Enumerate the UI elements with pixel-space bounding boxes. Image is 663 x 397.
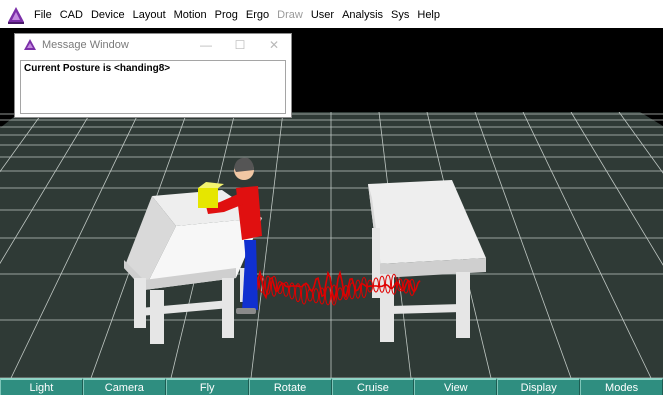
maximize-button[interactable]: ☐	[223, 38, 257, 52]
display-button[interactable]: Display	[497, 378, 581, 395]
rotate-button[interactable]: Rotate	[248, 378, 332, 395]
fly-button[interactable]: Fly	[165, 378, 249, 395]
floor-plane	[0, 112, 663, 378]
menu-bar: File CAD Device Layout Motion Prog Ergo Draw Use…	[0, 0, 663, 30]
bottom-toolbar: Light Camera Fly Rotate Cruise View Display Mod…	[0, 378, 663, 395]
menu-analysis[interactable]: Analysis	[338, 0, 387, 30]
light-button[interactable]: Light	[0, 378, 83, 395]
menu-help[interactable]: Help	[413, 0, 444, 30]
minimize-button[interactable]: —	[189, 38, 223, 52]
menu-draw[interactable]: Draw	[273, 0, 307, 30]
message-window-titlebar[interactable]: Message Window — ☐ ✕	[15, 34, 291, 56]
menu-sys[interactable]: Sys	[387, 0, 413, 30]
message-window[interactable]: Message Window — ☐ ✕ Current Posture is …	[14, 33, 292, 118]
modes-button[interactable]: Modes	[580, 378, 663, 395]
menu-file[interactable]: File	[30, 0, 56, 30]
app-triangle-icon	[23, 38, 37, 52]
menu-motion[interactable]: Motion	[170, 0, 211, 30]
camera-button[interactable]: Camera	[82, 378, 166, 395]
view-button[interactable]: View	[414, 378, 498, 395]
close-button[interactable]: ✕	[257, 38, 291, 52]
message-window-title: Message Window	[42, 39, 129, 51]
message-text-area[interactable]: Current Posture is <handing8>	[20, 60, 286, 114]
app-triangle-icon[interactable]	[6, 5, 26, 25]
message-text: Current Posture is <handing8>	[24, 63, 171, 74]
menu-ergo[interactable]: Ergo	[242, 0, 273, 30]
menu-user[interactable]: User	[307, 0, 338, 30]
menu-device[interactable]: Device	[87, 0, 129, 30]
menu-layout[interactable]: Layout	[129, 0, 170, 30]
menu-cad[interactable]: CAD	[56, 0, 87, 30]
menu-prog[interactable]: Prog	[211, 0, 242, 30]
cruise-button[interactable]: Cruise	[331, 378, 415, 395]
